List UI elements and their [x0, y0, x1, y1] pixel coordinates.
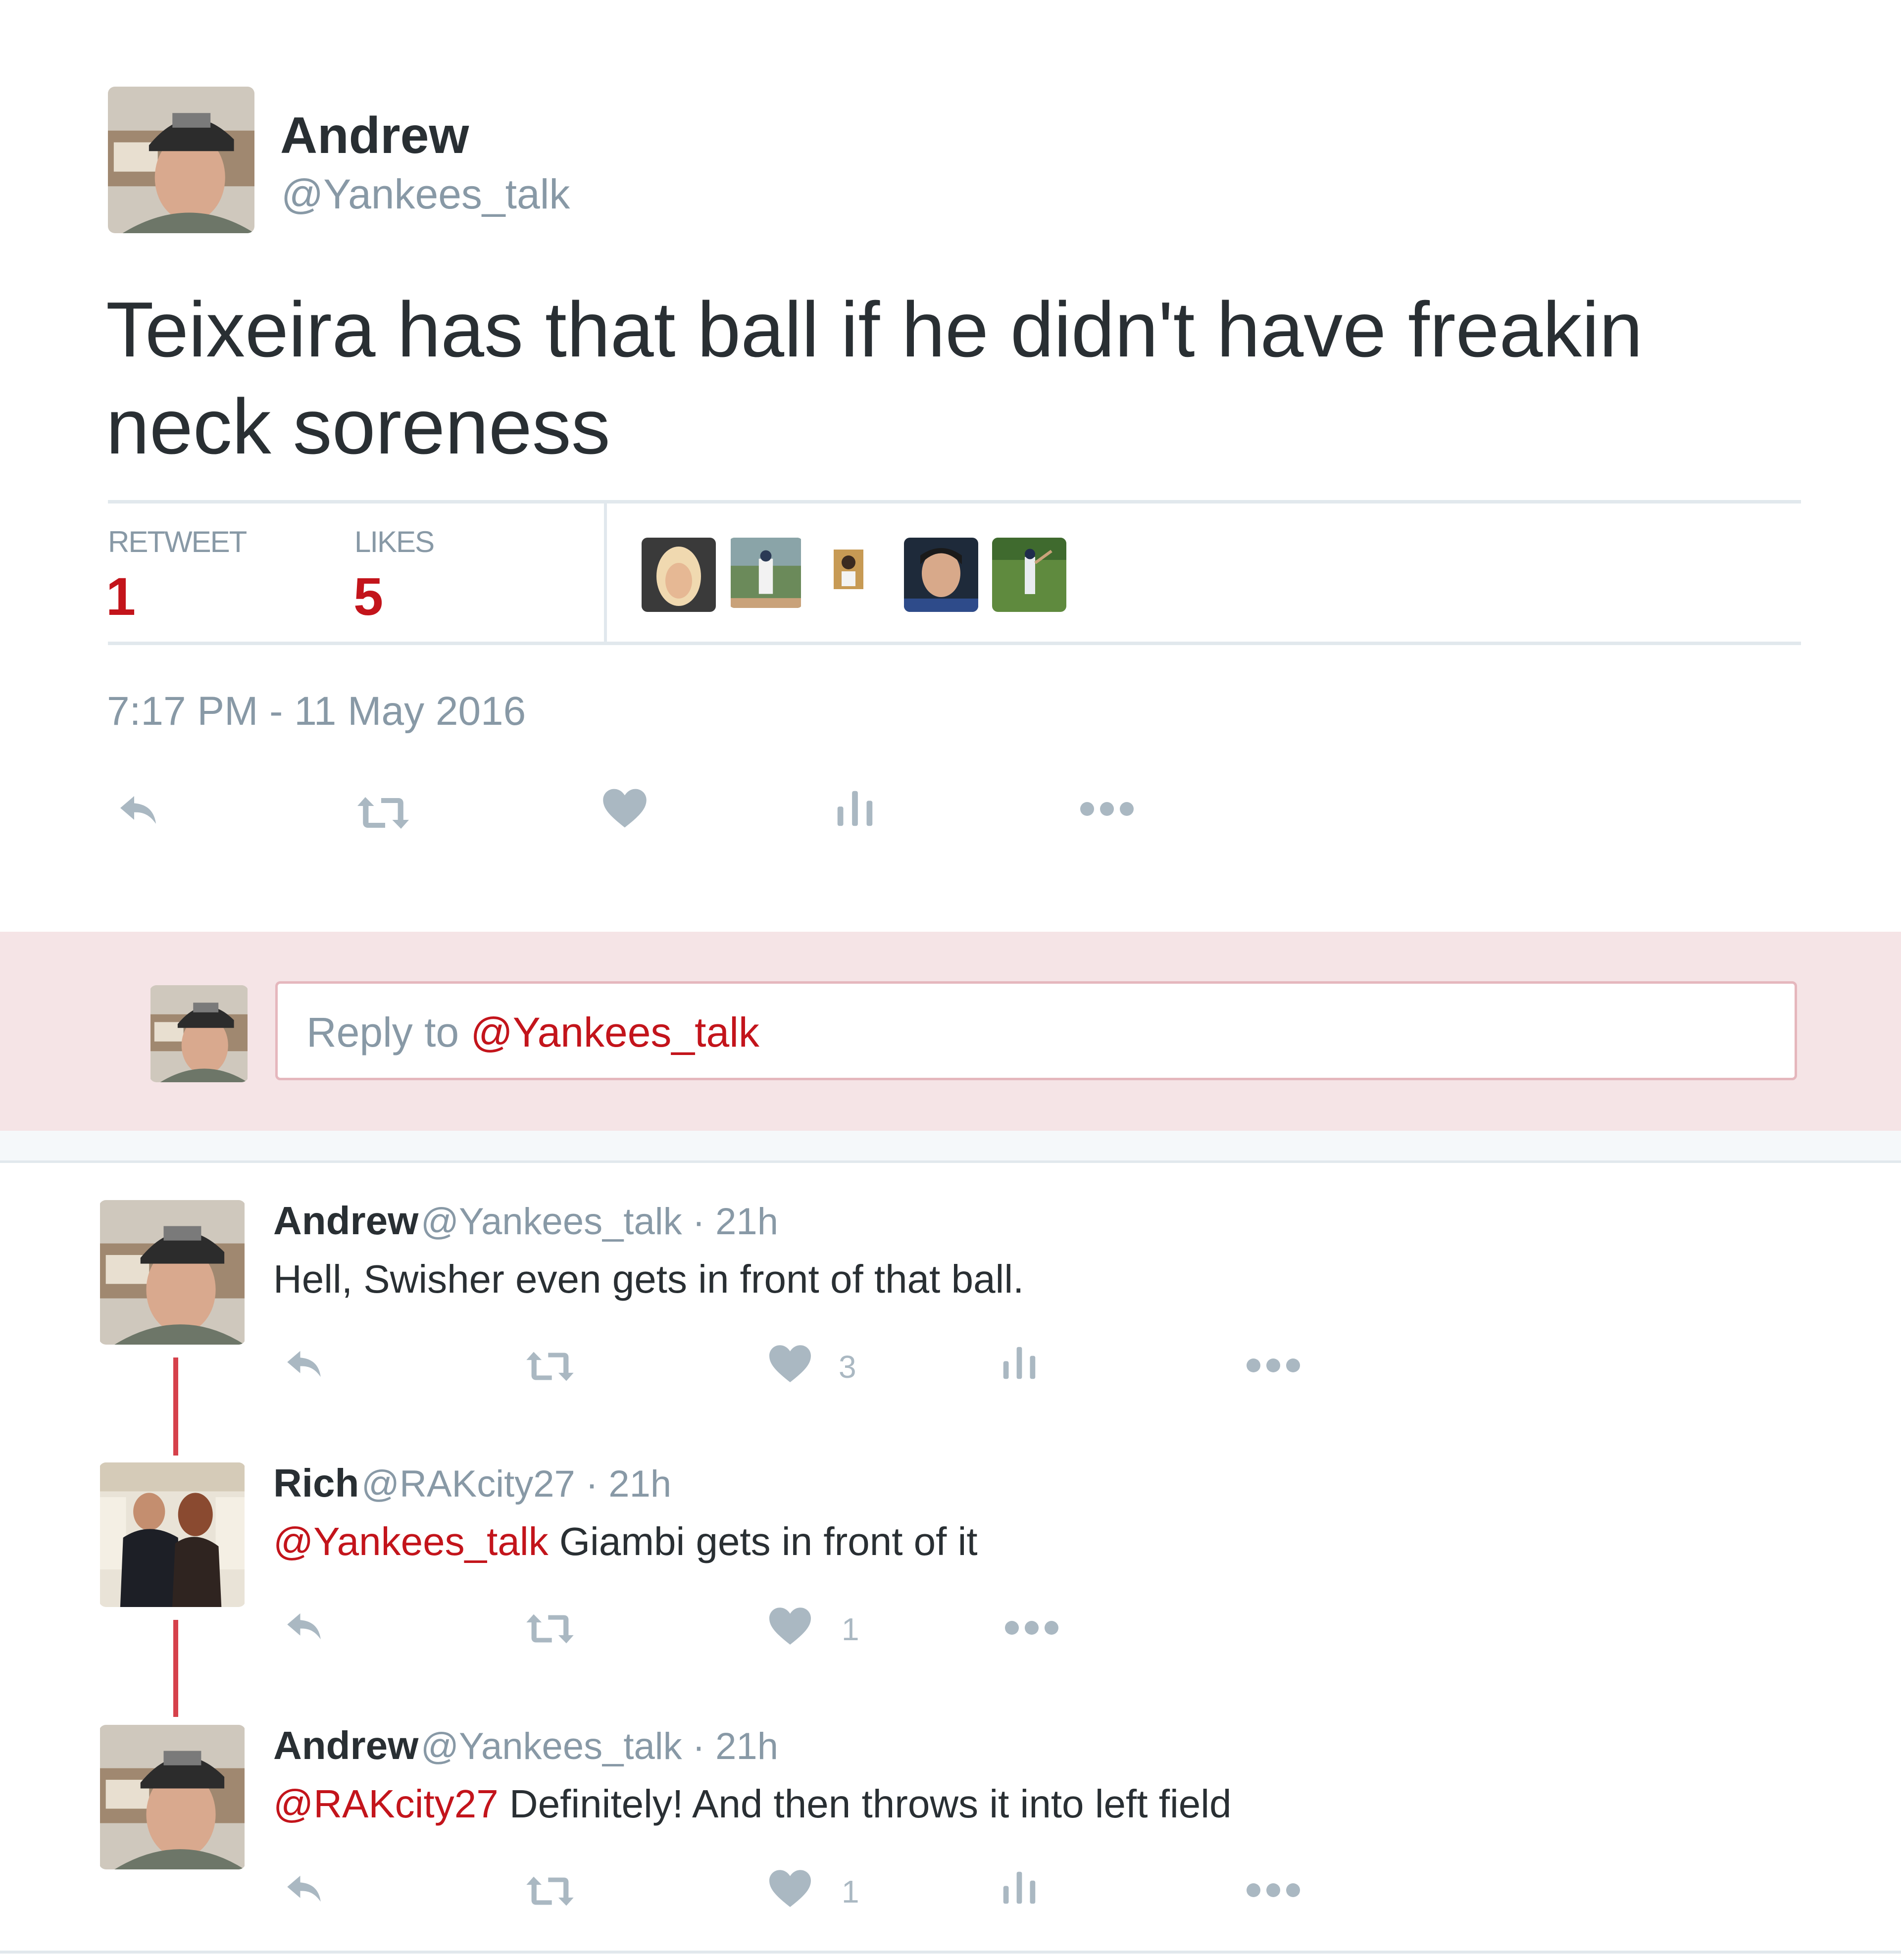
retweet-icon[interactable] [521, 1607, 579, 1651]
stats-top-divider [108, 500, 1801, 503]
reply-icon[interactable] [279, 1342, 329, 1386]
stats-vertical-divider [604, 503, 607, 643]
reply-avatar[interactable] [99, 1462, 246, 1607]
tweet-timestamp[interactable]: 7:17 PM - 11 May 2016 [107, 688, 526, 735]
liker-avatar[interactable] [642, 538, 716, 612]
analytics-icon[interactable] [832, 785, 878, 832]
heart-icon[interactable] [765, 1341, 815, 1388]
current-user-avatar [150, 985, 249, 1082]
retweet-count[interactable]: 1 [106, 565, 136, 627]
more-icon[interactable] [1244, 1880, 1303, 1900]
reply-author-name[interactable]: Rich [273, 1461, 359, 1505]
reply-meta[interactable]: @Yankees_talk · 21h [421, 1725, 778, 1767]
heart-icon[interactable] [765, 1603, 815, 1651]
reply-author-name[interactable]: Andrew [273, 1723, 418, 1767]
reply-text: @RAKcity27 Definitely! And then throws i… [273, 1782, 1232, 1826]
reply-icon[interactable] [279, 1866, 329, 1911]
reply-text: Hell, Swisher even gets in front of that… [273, 1257, 1024, 1301]
retweet-label[interactable]: RETWEET [108, 525, 247, 559]
retweet-icon[interactable] [521, 1869, 579, 1913]
likes-label[interactable]: LIKES [354, 525, 435, 559]
reply-icon[interactable] [279, 1604, 329, 1649]
reply-input[interactable]: Reply to @Yankees_talk [275, 981, 1797, 1080]
heart-icon[interactable] [765, 1865, 815, 1913]
retweet-icon[interactable] [352, 789, 414, 837]
like-count: 1 [842, 1874, 859, 1910]
thread-connector [173, 1620, 178, 1717]
like-count: 1 [842, 1611, 859, 1647]
author-avatar[interactable] [108, 87, 254, 233]
author-name[interactable]: Andrew [280, 106, 469, 165]
tweet-text: Teixeira has that ball if he didn't have… [106, 286, 1643, 470]
reply-avatar[interactable] [99, 1200, 246, 1345]
reply-meta[interactable]: @Yankees_talk · 21h [421, 1201, 778, 1243]
reply-author-name[interactable]: Andrew [273, 1199, 418, 1243]
reply-header: Andrew @Yankees_talk · 21h [273, 1198, 778, 1244]
reply-header: Andrew @Yankees_talk · 21h [273, 1723, 778, 1768]
heart-icon[interactable] [600, 784, 650, 834]
liker-avatar[interactable] [824, 538, 873, 601]
analytics-icon[interactable] [998, 1342, 1041, 1384]
liker-avatar[interactable] [729, 538, 803, 608]
reply-icon[interactable] [111, 786, 165, 834]
section-separator [0, 1131, 1901, 1162]
thread-connector [173, 1357, 178, 1456]
likes-count[interactable]: 5 [353, 565, 383, 627]
more-icon[interactable] [1002, 1618, 1061, 1638]
reply-avatar[interactable] [99, 1725, 246, 1869]
more-icon[interactable] [1077, 799, 1137, 819]
bottom-divider [0, 1951, 1901, 1954]
liker-avatar[interactable] [904, 538, 978, 612]
like-count: 3 [839, 1349, 856, 1385]
section-separator-line [0, 1160, 1901, 1163]
reply-header: Rich @RAKcity27 · 21h [273, 1460, 671, 1506]
reply-text: @Yankees_talk Giambi gets in front of it [273, 1519, 978, 1563]
more-icon[interactable] [1244, 1356, 1303, 1375]
liker-avatar[interactable] [992, 538, 1066, 612]
reply-meta[interactable]: @RAKcity27 · 21h [361, 1463, 671, 1505]
author-handle[interactable]: @Yankees_talk [281, 170, 570, 218]
analytics-icon[interactable] [998, 1866, 1041, 1909]
retweet-icon[interactable] [521, 1345, 579, 1388]
reply-placeholder: Reply to @Yankees_talk [306, 1009, 759, 1055]
stats-bottom-divider [108, 642, 1801, 645]
